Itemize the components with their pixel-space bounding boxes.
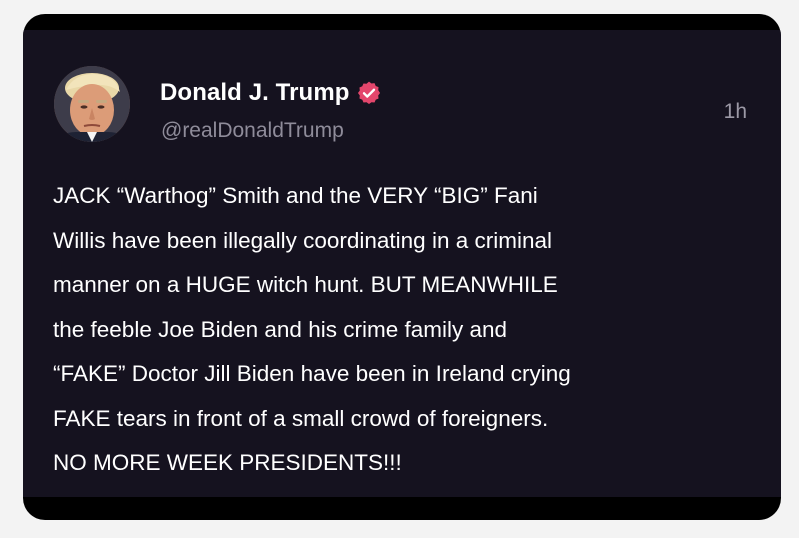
tweet-screenshot-frame: Donald J. Trump @realDonaldTrump 1h JACK… (23, 14, 781, 520)
tweet-text: JACK “Warthog” Smith and the VERY “BIG” … (53, 183, 571, 475)
verified-badge-icon (356, 80, 382, 106)
author-name-row: Donald J. Trump (160, 76, 382, 110)
profile-avatar[interactable] (54, 66, 130, 142)
author-display-name[interactable]: Donald J. Trump (160, 79, 350, 107)
author-handle[interactable]: @realDonaldTrump (161, 119, 344, 143)
post-timestamp[interactable]: 1h (724, 100, 747, 124)
tweet-card[interactable]: Donald J. Trump @realDonaldTrump 1h JACK… (23, 30, 781, 497)
